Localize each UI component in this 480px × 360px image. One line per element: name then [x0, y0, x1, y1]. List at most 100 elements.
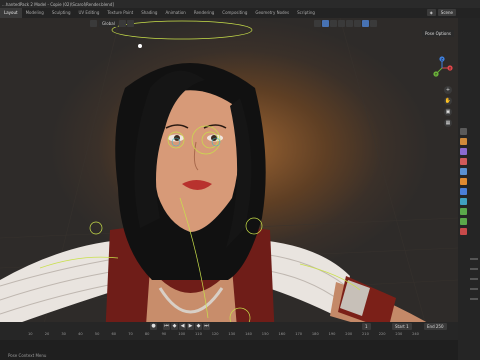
- end-label: End: [427, 324, 435, 329]
- pan-hand-icon[interactable]: ✋: [444, 97, 452, 105]
- transform-orientation[interactable]: Global: [99, 19, 118, 27]
- scene-icon-prop[interactable]: [460, 158, 467, 165]
- tab-scripting[interactable]: Scripting: [293, 8, 319, 18]
- world-icon[interactable]: [460, 168, 467, 175]
- timeline-ruler[interactable]: 10 20 30 40 50 60 70 80 90 100 110 120 130 140 150 160 1…: [0, 332, 458, 340]
- property-row[interactable]: [470, 278, 478, 280]
- end-frame-field[interactable]: End 250: [424, 323, 447, 330]
- tab-compositing[interactable]: Compositing: [218, 8, 251, 18]
- timeline-tick-label: 30: [61, 332, 66, 336]
- scene-selector[interactable]: ◈ Scene: [426, 9, 456, 16]
- timeline-tick-label: 140: [245, 332, 252, 336]
- snap-icon[interactable]: [118, 19, 126, 27]
- blender-window: ...hantedPack 2 Model - Copie (02)\Scaro…: [0, 0, 480, 360]
- tab-sculpting[interactable]: Sculpting: [48, 8, 75, 18]
- camera-icon[interactable]: ▣: [444, 108, 452, 116]
- object-icon[interactable]: [460, 178, 467, 185]
- tab-animation[interactable]: Animation: [161, 8, 189, 18]
- pivot-icon[interactable]: [90, 19, 97, 27]
- pose-options-button[interactable]: Pose Options: [422, 30, 454, 37]
- tab-shading[interactable]: Shading: [137, 8, 161, 18]
- timeline-tick-label: 220: [378, 332, 386, 336]
- 3d-viewport[interactable]: Global Pose Options X Z Y + ✋ ▣ ▦: [0, 18, 458, 340]
- workspace-tabs: Layout Modeling Sculpting UV Editing Tex…: [0, 8, 480, 18]
- perspective-grid-icon[interactable]: ▦: [444, 119, 452, 127]
- start-label: Start: [395, 324, 405, 329]
- timeline-tick-label: 170: [295, 332, 303, 336]
- xray-icon[interactable]: [337, 19, 345, 27]
- timeline-tick-label: 90: [161, 332, 167, 336]
- viewport-scene: [0, 18, 458, 340]
- material-icon[interactable]: [460, 228, 467, 235]
- modifier-icon[interactable]: [460, 188, 467, 195]
- property-row[interactable]: [470, 268, 478, 270]
- status-bar: Pose Context Menu: [0, 340, 480, 360]
- shading-rendered-icon[interactable]: [369, 19, 377, 27]
- timeline-tick-label: 200: [345, 332, 353, 336]
- jump-end-icon[interactable]: ⏭: [203, 323, 210, 330]
- timeline-tick-label: 230: [395, 332, 403, 336]
- title-bar: ...hantedPack 2 Model - Copie (02)\Scaro…: [0, 0, 480, 8]
- viewport-nav-buttons: + ✋ ▣ ▦: [444, 86, 452, 127]
- timeline-tick-label: 10: [28, 332, 33, 336]
- overlay-icon[interactable]: [329, 19, 337, 27]
- timeline-tick-label: 130: [228, 332, 236, 336]
- timeline-tick-label: 210: [362, 332, 369, 336]
- property-row[interactable]: [470, 288, 478, 290]
- timeline-tick-label: 120: [211, 332, 219, 336]
- timeline-tick-label: 160: [278, 332, 286, 336]
- tab-layout[interactable]: Layout: [0, 8, 22, 18]
- timeline-tick-label: 70: [128, 332, 133, 336]
- play-icon[interactable]: ▶: [187, 323, 194, 330]
- tab-modeling[interactable]: Modeling: [22, 8, 48, 18]
- scene-name[interactable]: Scene: [437, 9, 456, 16]
- timeline-tick-label: 80: [144, 332, 150, 336]
- end-value: 250: [435, 324, 444, 329]
- window-title: ...hantedPack 2 Model - Copie (02)\Scaro…: [2, 1, 114, 7]
- navigation-gizmo[interactable]: X Z Y: [430, 56, 454, 80]
- armature-data-icon[interactable]: [460, 208, 467, 215]
- proportional-edit-icon[interactable]: [126, 19, 134, 27]
- timeline-panel: ● ⏮ ◆ ◀ ▶ ◆ ⏭ 1 Start 1 End 250 10 20 30 40…: [0, 322, 458, 340]
- current-frame-field[interactable]: 1: [362, 323, 371, 330]
- timeline-tick-label: 20: [44, 332, 50, 336]
- bone-icon[interactable]: [460, 218, 467, 225]
- next-keyframe-icon[interactable]: ◆: [195, 323, 202, 330]
- viewport-header: Global: [0, 18, 458, 28]
- start-value: 1: [406, 324, 409, 329]
- output-icon[interactable]: [460, 148, 467, 155]
- record-icon[interactable]: ●: [150, 323, 157, 330]
- property-row[interactable]: [470, 298, 478, 300]
- shading-material-icon[interactable]: [361, 19, 369, 27]
- prev-keyframe-icon[interactable]: ◆: [171, 323, 178, 330]
- visibility-icon[interactable]: [313, 19, 321, 27]
- gizmo-toggle-icon[interactable]: [321, 19, 329, 27]
- timeline-tick-label: 150: [261, 332, 269, 336]
- properties-editor-strip: [458, 18, 480, 360]
- timeline-tick-label: 110: [195, 332, 202, 336]
- physics-icon[interactable]: [460, 198, 467, 205]
- timeline-tick-label: 50: [94, 332, 100, 336]
- timeline-tick-label: 100: [178, 332, 186, 336]
- tab-texture-paint[interactable]: Texture Paint: [103, 8, 137, 18]
- timeline-tick-label: 240: [412, 332, 419, 336]
- tab-geometry-nodes[interactable]: Geometry Nodes: [251, 8, 293, 18]
- property-row[interactable]: [470, 258, 478, 260]
- play-reverse-icon[interactable]: ◀: [179, 323, 186, 330]
- render-icon[interactable]: [460, 138, 467, 145]
- playback-controls: ● ⏮ ◆ ◀ ▶ ◆ ⏭: [0, 322, 458, 331]
- shading-solid-icon[interactable]: [353, 19, 361, 27]
- shading-wire-icon[interactable]: [345, 19, 353, 27]
- zoom-icon[interactable]: +: [444, 86, 452, 94]
- timeline-tick-label: 60: [111, 332, 117, 336]
- scene-icon: ◈: [426, 9, 436, 16]
- timeline-tick-label: 40: [78, 332, 83, 336]
- tool-icon[interactable]: [460, 128, 467, 135]
- start-frame-field[interactable]: Start 1: [392, 323, 412, 330]
- timeline-tick-label: 180: [311, 332, 319, 336]
- tab-uv-editing[interactable]: UV Editing: [75, 8, 104, 18]
- jump-start-icon[interactable]: ⏮: [163, 323, 170, 330]
- status-text: Pose Context Menu: [8, 353, 47, 358]
- timeline-tick-label: 190: [328, 332, 336, 336]
- tab-rendering[interactable]: Rendering: [190, 8, 218, 18]
